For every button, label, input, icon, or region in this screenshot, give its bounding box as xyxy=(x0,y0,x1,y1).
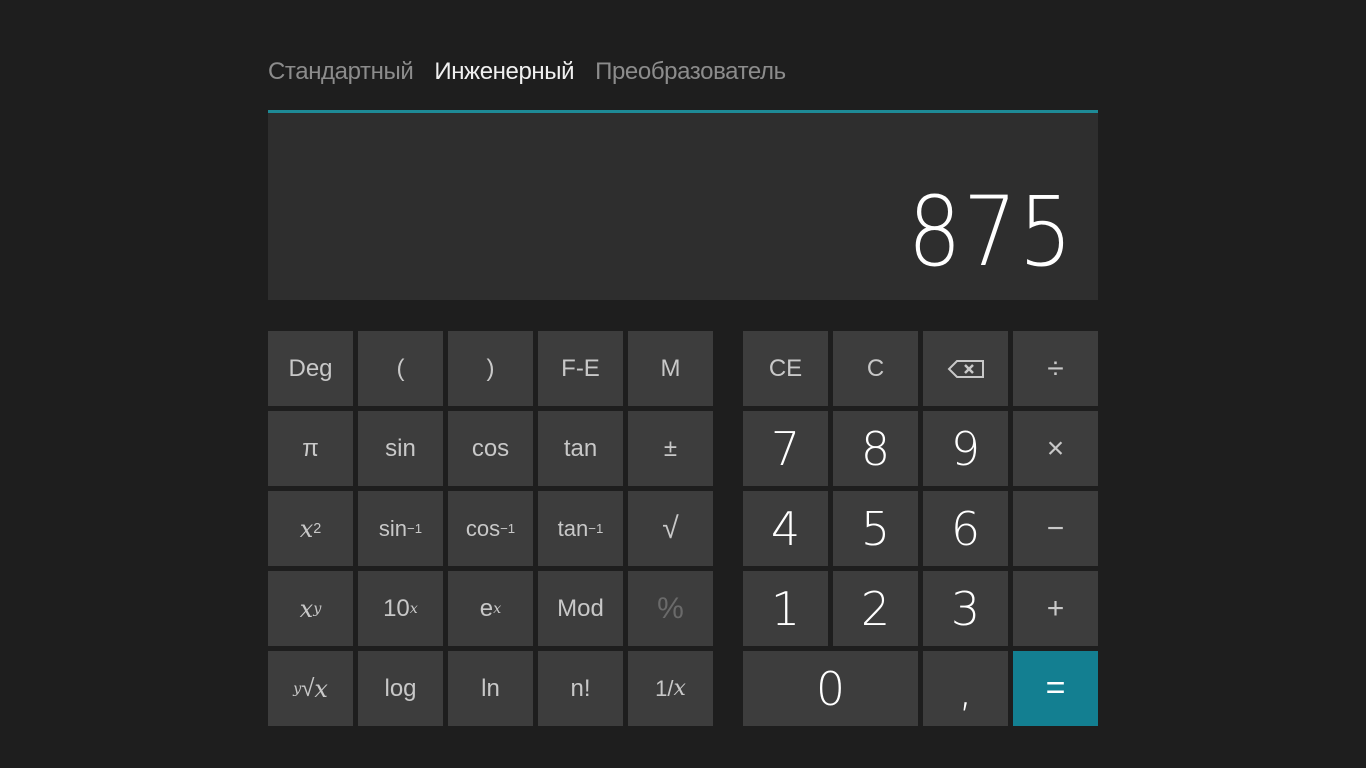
ten-power-button[interactable]: 10 x xyxy=(358,571,443,646)
tan-button[interactable]: tan xyxy=(538,411,623,486)
deg-button[interactable]: Deg xyxy=(268,331,353,406)
yroot-button[interactable]: y √ x xyxy=(268,651,353,726)
factorial-button[interactable]: n! xyxy=(538,651,623,726)
digit-8-button[interactable]: 8 xyxy=(833,411,918,486)
arctan-base: tan xyxy=(557,515,589,541)
yroot-radicand: x xyxy=(314,674,328,703)
minus-button[interactable]: − xyxy=(1013,491,1098,566)
backspace-button[interactable] xyxy=(923,331,1008,406)
digit-6-button[interactable]: 6 xyxy=(923,491,1008,566)
result-display: 875 xyxy=(268,113,1098,300)
backspace-icon xyxy=(947,359,984,378)
square-base: x xyxy=(299,514,314,543)
fe-button[interactable]: F-E xyxy=(538,331,623,406)
ln-button[interactable]: ln xyxy=(448,651,533,726)
exp-base: e xyxy=(479,594,494,622)
tab-scientific[interactable]: Инженерный xyxy=(434,55,574,89)
reciprocal-prefix: 1/ xyxy=(655,675,674,701)
arccos-button[interactable]: cos −1 xyxy=(448,491,533,566)
arcsin-base: sin xyxy=(378,515,408,541)
power-button[interactable]: xy xyxy=(268,571,353,646)
digit-5-button[interactable]: 5 xyxy=(833,491,918,566)
cos-button[interactable]: cos xyxy=(448,411,533,486)
display-value: 875 xyxy=(907,176,1074,288)
pi-button[interactable]: π xyxy=(268,411,353,486)
mode-tabs: Стандартный Инженерный Преобразователь xyxy=(268,55,786,89)
decimal-comma-button[interactable]: , xyxy=(923,651,1008,726)
standard-keypad: CE C ÷ 7 8 9 × 4 5 6 − 1 2 3 + 0 , = xyxy=(743,331,1098,726)
reciprocal-var: x xyxy=(673,676,686,701)
clear-button[interactable]: C xyxy=(833,331,918,406)
clear-entry-button[interactable]: CE xyxy=(743,331,828,406)
memory-button[interactable]: M xyxy=(628,331,713,406)
mod-button[interactable]: Mod xyxy=(538,571,623,646)
square-button[interactable]: x2 xyxy=(268,491,353,566)
plus-button[interactable]: + xyxy=(1013,571,1098,646)
plus-minus-button[interactable]: ± xyxy=(628,411,713,486)
left-paren-button[interactable]: ( xyxy=(358,331,443,406)
equals-button[interactable]: = xyxy=(1013,651,1098,726)
digit-7-button[interactable]: 7 xyxy=(743,411,828,486)
sin-button[interactable]: sin xyxy=(358,411,443,486)
scientific-keypad: Deg ( ) F-E M π sin cos tan ± x2 sin −1 c… xyxy=(268,331,713,726)
exp-button[interactable]: ex xyxy=(448,571,533,646)
sqrt-button[interactable]: √ xyxy=(628,491,713,566)
root-icon: √ xyxy=(301,674,315,702)
digit-1-button[interactable]: 1 xyxy=(743,571,828,646)
reciprocal-button[interactable]: 1/x xyxy=(628,651,713,726)
log-button[interactable]: log xyxy=(358,651,443,726)
digit-4-button[interactable]: 4 xyxy=(743,491,828,566)
divide-button[interactable]: ÷ xyxy=(1013,331,1098,406)
digit-3-button[interactable]: 3 xyxy=(923,571,1008,646)
arccos-base: cos xyxy=(465,515,501,541)
ten-power-base: 10 xyxy=(383,594,410,622)
percent-button[interactable]: % xyxy=(628,571,713,646)
digit-2-button[interactable]: 2 xyxy=(833,571,918,646)
arctan-button[interactable]: tan −1 xyxy=(538,491,623,566)
multiply-button[interactable]: × xyxy=(1013,411,1098,486)
power-base: x xyxy=(299,594,314,623)
tab-standard[interactable]: Стандартный xyxy=(268,55,414,89)
digit-0-button[interactable]: 0 xyxy=(743,651,918,726)
arcsin-button[interactable]: sin −1 xyxy=(358,491,443,566)
digit-9-button[interactable]: 9 xyxy=(923,411,1008,486)
tab-converter[interactable]: Преобразователь xyxy=(595,55,786,89)
right-paren-button[interactable]: ) xyxy=(448,331,533,406)
